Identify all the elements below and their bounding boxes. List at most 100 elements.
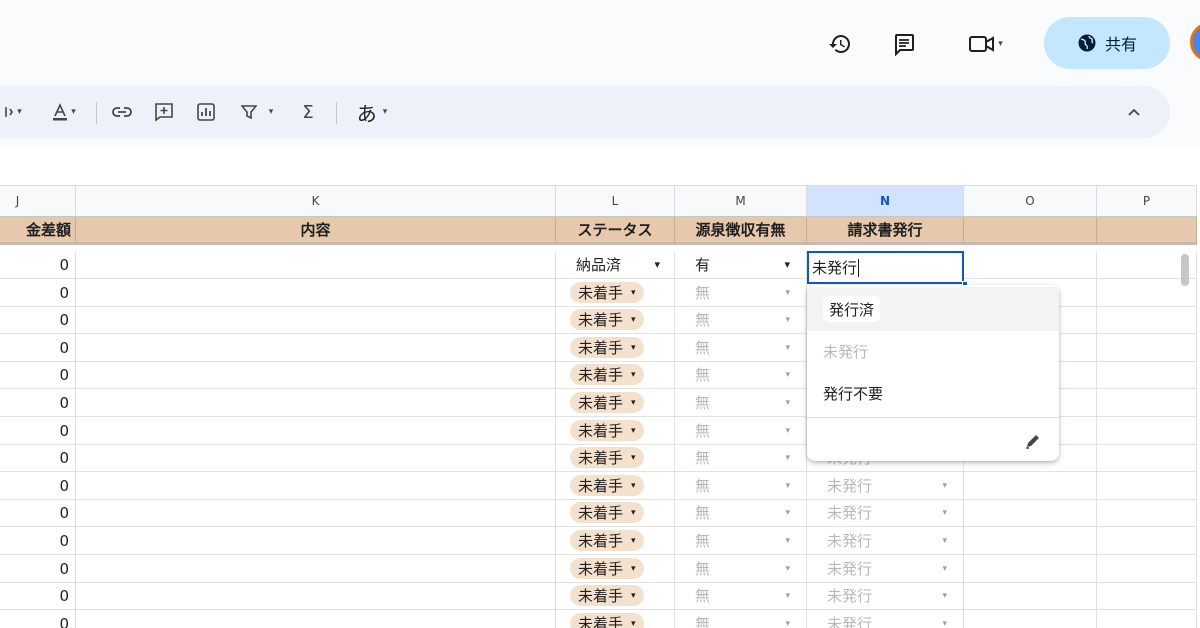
cell-p-7[interactable] <box>1097 444 1197 472</box>
text-color-button[interactable]: ▾ <box>44 98 84 126</box>
cell-m-12[interactable]: 無 ▾ <box>675 582 807 610</box>
header-cell-n[interactable]: 請求書発行 <box>807 217 964 245</box>
cell-k-12[interactable] <box>76 582 556 610</box>
cell-l-6[interactable]: 未着手 ▾ <box>556 417 675 445</box>
cell-j-2[interactable]: 0 <box>0 306 76 334</box>
withholding-dropdown[interactable]: 有 ▾ <box>675 254 806 275</box>
borders-menu-button[interactable]: ▾ <box>0 98 30 126</box>
cell-p-9[interactable] <box>1097 499 1197 527</box>
header-cell-o[interactable] <box>964 217 1097 245</box>
status-chip[interactable]: 未着手 ▾ <box>570 309 644 330</box>
vertical-scrollbar-thumb[interactable] <box>1181 254 1189 286</box>
withholding-dropdown[interactable]: 無 ▾ <box>675 282 806 303</box>
column-header-l[interactable]: L <box>556 185 675 217</box>
cell-k-8[interactable] <box>76 472 556 500</box>
cell-l-11[interactable]: 未着手 ▾ <box>556 555 675 583</box>
cell-n-10[interactable]: 未発行 ▾ <box>807 527 964 555</box>
cell-j-6[interactable]: 0 <box>0 417 76 445</box>
cell-o-8[interactable] <box>964 472 1097 500</box>
withholding-dropdown[interactable]: 無 ▾ <box>675 447 806 468</box>
cell-j-3[interactable]: 0 <box>0 334 76 362</box>
filter-button[interactable]: ▾ <box>236 98 278 126</box>
insert-comment-button[interactable] <box>150 98 178 126</box>
formula-bar[interactable] <box>0 148 1200 185</box>
status-chip[interactable]: 未着手 ▾ <box>570 502 644 523</box>
functions-button[interactable]: Σ <box>296 98 320 126</box>
cell-j-8[interactable]: 0 <box>0 472 76 500</box>
cell-l-2[interactable]: 未着手 ▾ <box>556 306 675 334</box>
status-chip[interactable]: 未着手 ▾ <box>570 392 644 413</box>
cell-p-3[interactable] <box>1097 334 1197 362</box>
input-tools-button[interactable]: あ ▾ <box>348 98 396 126</box>
column-header-p[interactable]: P <box>1097 185 1197 217</box>
edit-rules-button[interactable] <box>1019 427 1047 455</box>
avatar[interactable] <box>1190 22 1200 62</box>
active-cell-editor[interactable]: 未発行 <box>807 251 964 284</box>
cell-k-5[interactable] <box>76 389 556 417</box>
withholding-dropdown[interactable]: 無 ▾ <box>675 613 806 628</box>
dropdown-option-issued[interactable]: 発行済 <box>807 287 1059 331</box>
cell-p-8[interactable] <box>1097 472 1197 500</box>
status-chip[interactable]: 未着手 ▾ <box>570 364 644 385</box>
dropdown-option-not-issued[interactable]: 未発行 <box>807 329 1059 373</box>
invoice-dropdown[interactable]: 未発行 ▾ <box>807 530 963 551</box>
cell-m-10[interactable]: 無 ▾ <box>675 527 807 555</box>
cell-k-4[interactable] <box>76 361 556 389</box>
cell-p-4[interactable] <box>1097 361 1197 389</box>
cell-p-10[interactable] <box>1097 527 1197 555</box>
cell-m-11[interactable]: 無 ▾ <box>675 555 807 583</box>
invoice-dropdown[interactable]: 未発行 ▾ <box>807 613 963 628</box>
cell-l-7[interactable]: 未着手 ▾ <box>556 444 675 472</box>
status-chip[interactable]: 未着手 ▾ <box>570 475 644 496</box>
cell-o-13[interactable] <box>964 610 1097 628</box>
dropdown-option-not-required[interactable]: 発行不要 <box>807 371 1059 415</box>
invoice-dropdown[interactable]: 未発行 ▾ <box>807 475 963 496</box>
column-header-n[interactable]: N <box>807 185 964 217</box>
status-chip[interactable]: 未着手 ▾ <box>570 447 644 468</box>
cell-k-0[interactable] <box>76 251 556 279</box>
status-chip[interactable]: 未着手 ▾ <box>570 558 644 579</box>
cell-j-11[interactable]: 0 <box>0 555 76 583</box>
header-cell-m[interactable]: 源泉徴収有無 <box>675 217 807 245</box>
cell-p-6[interactable] <box>1097 417 1197 445</box>
insert-link-button[interactable] <box>108 98 136 126</box>
withholding-dropdown[interactable]: 無 ▾ <box>675 585 806 606</box>
withholding-dropdown[interactable]: 無 ▾ <box>675 420 806 441</box>
cell-m-8[interactable]: 無 ▾ <box>675 472 807 500</box>
cell-m-13[interactable]: 無 ▾ <box>675 610 807 628</box>
cell-o-9[interactable] <box>964 499 1097 527</box>
invoice-dropdown[interactable]: 未発行 ▾ <box>807 502 963 523</box>
cell-k-9[interactable] <box>76 499 556 527</box>
cell-p-11[interactable] <box>1097 555 1197 583</box>
cell-n-8[interactable]: 未発行 ▾ <box>807 472 964 500</box>
status-chip[interactable]: 未着手 ▾ <box>570 282 644 303</box>
header-cell-p[interactable] <box>1097 217 1197 245</box>
cell-o-0[interactable] <box>964 251 1097 279</box>
cell-j-1[interactable]: 0 <box>0 279 76 307</box>
comment-icon[interactable] <box>886 26 922 62</box>
cell-n-11[interactable]: 未発行 ▾ <box>807 555 964 583</box>
cell-l-12[interactable]: 未着手 ▾ <box>556 582 675 610</box>
cell-l-3[interactable]: 未着手 ▾ <box>556 334 675 362</box>
withholding-dropdown[interactable]: 無 ▾ <box>675 364 806 385</box>
cell-l-4[interactable]: 未着手 ▾ <box>556 361 675 389</box>
cell-j-10[interactable]: 0 <box>0 527 76 555</box>
insert-chart-button[interactable] <box>192 98 220 126</box>
cell-m-6[interactable]: 無 ▾ <box>675 417 807 445</box>
status-chip[interactable]: 未着手 ▾ <box>570 585 644 606</box>
status-chip[interactable]: 未着手 ▾ <box>570 613 644 628</box>
cell-p-12[interactable] <box>1097 582 1197 610</box>
withholding-dropdown[interactable]: 無 ▾ <box>675 502 806 523</box>
cell-k-13[interactable] <box>76 610 556 628</box>
cell-p-13[interactable] <box>1097 610 1197 628</box>
header-cell-l[interactable]: ステータス <box>556 217 675 245</box>
cell-p-5[interactable] <box>1097 389 1197 417</box>
withholding-dropdown[interactable]: 無 ▾ <box>675 392 806 413</box>
status-dropdown[interactable]: 納品済 ▾ <box>570 254 674 275</box>
cell-m-3[interactable]: 無 ▾ <box>675 334 807 362</box>
invoice-dropdown[interactable]: 未発行 ▾ <box>807 585 963 606</box>
cell-l-0[interactable]: 納品済 ▾ <box>556 251 675 279</box>
withholding-dropdown[interactable]: 無 ▾ <box>675 530 806 551</box>
withholding-dropdown[interactable]: 無 ▾ <box>675 558 806 579</box>
cell-m-5[interactable]: 無 ▾ <box>675 389 807 417</box>
